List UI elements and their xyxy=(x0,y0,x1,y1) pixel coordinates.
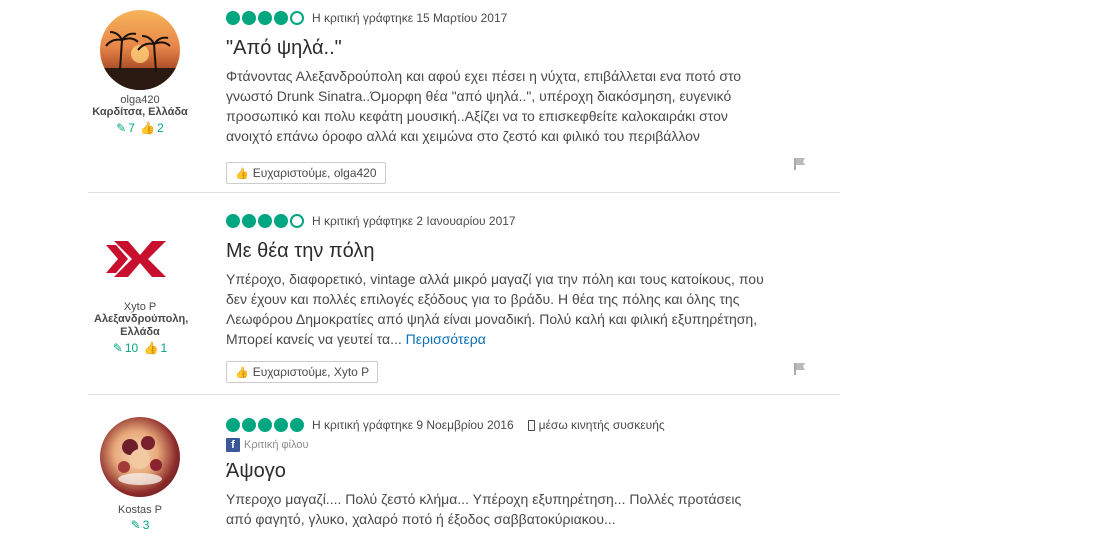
username[interactable]: Xyto P xyxy=(88,301,192,313)
rating-bubble-icon xyxy=(226,214,240,228)
member-info: Xyto P Αλεξανδρούπολη, Ελλάδα ✎ 10 👍 1 xyxy=(88,219,192,355)
thumbs-up-icon: 👍 xyxy=(235,167,249,180)
friend-review-label: Κριτική φίλου xyxy=(244,439,309,451)
rating-bubble-icon xyxy=(242,11,256,25)
review-content: Η κριτική γράφτηκε 9 Νοεμβρίου 2016 μέσω… xyxy=(226,415,826,529)
review-title[interactable]: Άψογο xyxy=(226,459,826,483)
rating-bubble-icon xyxy=(274,214,288,228)
review-count: 10 xyxy=(124,341,139,355)
flag-icon[interactable] xyxy=(793,362,807,376)
mobile-indicator: μέσω κινητής συσκευής xyxy=(527,418,665,432)
rating-line: Η κριτική γράφτηκε 2 Ιανουαρίου 2017 xyxy=(226,211,826,231)
username[interactable]: Kostas P xyxy=(88,504,192,516)
review-date: Η κριτική γράφτηκε 2 Ιανουαρίου 2017 xyxy=(312,214,516,228)
rating-bubble-icon xyxy=(258,214,272,228)
review-text: Υπέροχο, διαφορετικό, vintage αλλά μικρό… xyxy=(226,271,764,347)
rating-bubble-icon xyxy=(258,11,272,25)
member-badges: ✎ 7 👍 2 xyxy=(88,121,192,135)
rating-bubble-empty-icon xyxy=(290,11,304,25)
helpful-count: 1 xyxy=(160,341,168,355)
member-location: Καρδίτσα, Ελλάδα xyxy=(92,106,188,118)
rating-bubble-icon xyxy=(242,214,256,228)
thank-button[interactable]: 👍 Ευχαριστούμε, Xyto P xyxy=(226,361,379,383)
helpful-votes-icon: 👍 xyxy=(143,341,159,355)
review-card: Kostas P ✎ 3 Η κριτική γράφτηκε 9 Νοεμβρί… xyxy=(88,395,840,536)
review-title[interactable]: Με θέα την πόλη xyxy=(226,239,826,263)
thank-label: Ευχαριστούμε, olga420 xyxy=(252,166,377,180)
review-count-icon: ✎ xyxy=(130,518,141,532)
review-count: 7 xyxy=(128,121,135,135)
review-text: Φτάνοντας Αλεξανδρούπολη και αφού εχει π… xyxy=(226,68,742,144)
review-date: Η κριτική γράφτηκε 9 Νοεμβρίου 2016 xyxy=(312,418,514,432)
review-content: Η κριτική γράφτηκε 2 Ιανουαρίου 2017 Με … xyxy=(226,211,826,383)
review-count-icon: ✎ xyxy=(112,341,123,355)
review-title[interactable]: "Από ψηλά.." xyxy=(226,36,826,60)
rating-bubble-icon xyxy=(226,11,240,25)
avatar[interactable] xyxy=(100,417,180,497)
review-count: 3 xyxy=(142,518,150,532)
food-dessert-icon xyxy=(118,436,162,485)
review-card: olga420 Καρδίτσα, Ελλάδα ✎ 7 👍 2 Η κριτική… xyxy=(88,0,840,193)
rating-bubble-icon xyxy=(274,11,288,25)
red-x-logo-icon xyxy=(106,241,166,277)
flag-icon[interactable] xyxy=(793,157,807,171)
member-info: Kostas P ✎ 3 xyxy=(88,417,192,532)
thank-button[interactable]: 👍 Ευχαριστούμε, olga420 xyxy=(226,162,386,184)
thumbs-up-icon: 👍 xyxy=(235,366,249,379)
sunset-palms-icon xyxy=(100,31,180,90)
rating-bubbles xyxy=(226,418,304,432)
more-link[interactable]: Περισσότερα xyxy=(406,331,486,347)
review-text-block: Υπέροχο, διαφορετικό, vintage αλλά μικρό… xyxy=(226,269,766,349)
review-content: Η κριτική γράφτηκε 15 Μαρτίου 2017 "Από … xyxy=(226,8,826,184)
review-text: Υπεροχο μαγαζί.... Πολύ ζεστό κλήμα... Υ… xyxy=(226,491,742,527)
member-info: olga420 Καρδίτσα, Ελλάδα ✎ 7 👍 2 xyxy=(88,10,192,135)
member-badges: ✎ 10 👍 1 xyxy=(88,341,192,355)
review-count-icon: ✎ xyxy=(116,121,127,135)
rating-bubble-icon xyxy=(226,418,240,432)
mobile-label: μέσω κινητής συσκευής xyxy=(538,418,665,432)
helpful-votes-icon: 👍 xyxy=(140,121,156,135)
member-badges: ✎ 3 xyxy=(88,518,192,532)
review-date: Η κριτική γράφτηκε 15 Μαρτίου 2017 xyxy=(312,11,508,25)
rating-bubbles xyxy=(226,11,304,25)
rating-bubble-icon xyxy=(258,418,272,432)
rating-line: Η κριτική γράφτηκε 15 Μαρτίου 2017 xyxy=(226,8,826,28)
avatar[interactable] xyxy=(100,219,180,299)
review-card: Xyto P Αλεξανδρούπολη, Ελλάδα ✎ 10 👍 1 Η κ… xyxy=(88,193,840,395)
rating-bubble-icon xyxy=(274,418,288,432)
facebook-icon: f xyxy=(226,438,240,452)
helpful-count: 2 xyxy=(157,121,164,135)
username[interactable]: olga420 xyxy=(88,94,192,106)
avatar[interactable] xyxy=(100,10,180,90)
member-location: Αλεξανδρούπολη, Ελλάδα xyxy=(94,313,189,338)
rating-bubble-empty-icon xyxy=(290,214,304,228)
rating-bubbles xyxy=(226,214,304,228)
thank-label: Ευχαριστούμε, Xyto P xyxy=(252,365,370,379)
mobile-phone-icon xyxy=(527,419,535,431)
facebook-friend-line: f Κριτική φίλου xyxy=(226,437,826,453)
rating-line: Η κριτική γράφτηκε 9 Νοεμβρίου 2016 μέσω… xyxy=(226,415,826,435)
rating-bubble-icon xyxy=(290,418,304,432)
rating-bubble-icon xyxy=(242,418,256,432)
